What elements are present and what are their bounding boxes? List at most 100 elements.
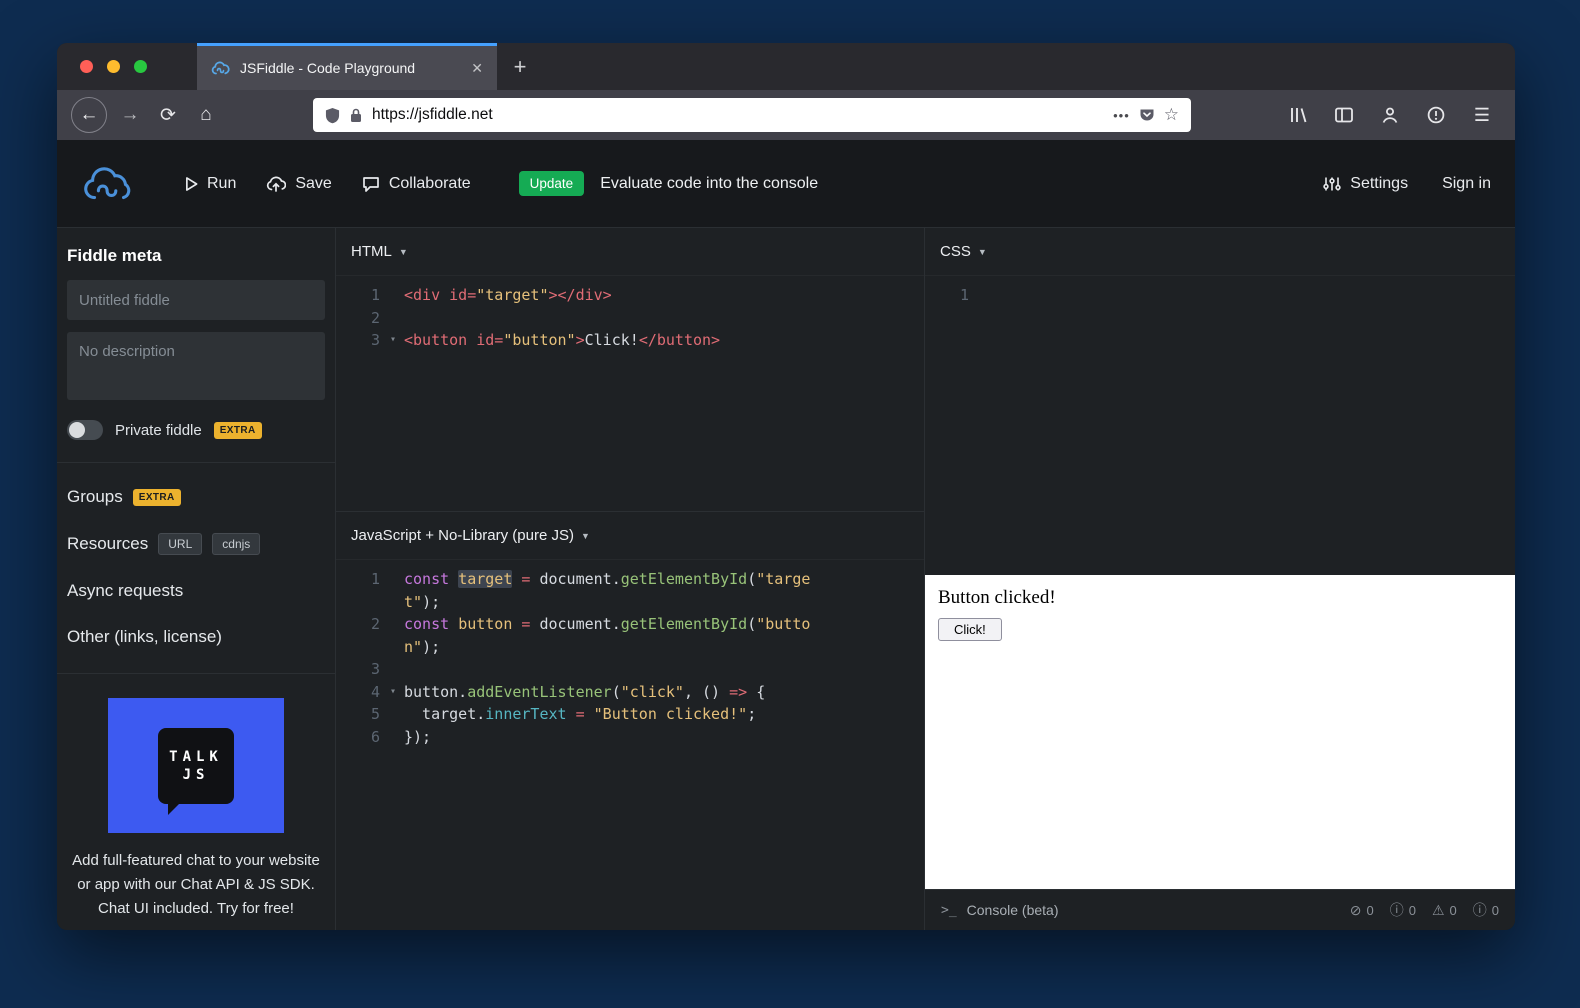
forward-button[interactable]: → [111, 97, 149, 133]
sidebar-item-resources[interactable]: Resources URL cdnjs [67, 533, 325, 555]
chevron-down-icon[interactable]: ▼ [399, 247, 408, 257]
update-button[interactable]: Update [519, 171, 585, 196]
css-panel: CSS ▼ 1 [925, 228, 1515, 575]
talkjs-logo-top: TALK [169, 748, 223, 766]
console-info-chip[interactable]: ⓘ 0 [1390, 900, 1416, 920]
js-code-editor[interactable]: 1const target = document.getElementById(… [336, 560, 924, 930]
run-button[interactable]: Run [185, 175, 236, 193]
bookmark-star-icon[interactable]: ☆ [1164, 105, 1179, 125]
address-bar[interactable]: https://jsfiddle.net ••• ☆ [313, 98, 1191, 132]
code-text: }); [404, 726, 431, 749]
code-line-row[interactable]: 1<div id="target"></div> [336, 284, 924, 307]
page-actions-ellipsis-icon[interactable]: ••• [1113, 108, 1130, 123]
collaborate-button[interactable]: Collaborate [362, 175, 471, 193]
fold-gutter [382, 591, 404, 614]
sidebar-item-async-requests[interactable]: Async requests [67, 581, 325, 601]
line-number: 2 [336, 613, 382, 636]
minimize-window-button[interactable] [107, 60, 120, 73]
code-line-row[interactable]: 1 [925, 284, 1515, 307]
sidebar-toggle-icon[interactable] [1325, 97, 1363, 133]
zoom-window-button[interactable] [134, 60, 147, 73]
library-icon[interactable] [1279, 97, 1317, 133]
console-error-chip[interactable]: ⊘ 0 [1350, 902, 1374, 919]
sidebar-divider [57, 462, 335, 463]
url-badge[interactable]: URL [158, 533, 202, 555]
console-chips: ⊘ 0 ⓘ 0 ⚠ 0 ⓘ 0 [1350, 900, 1499, 920]
result-click-button[interactable]: Click! [938, 618, 1002, 641]
console-bar[interactable]: >_ Console (beta) ⊘ 0 ⓘ 0 ⚠ 0 [925, 889, 1515, 930]
traffic-lights [57, 43, 197, 90]
code-line-row[interactable]: 3 [336, 658, 924, 681]
fiddle-description-input[interactable] [67, 332, 325, 400]
console-warning-chip[interactable]: ⚠ 0 [1432, 902, 1457, 919]
chevron-down-icon[interactable]: ▼ [978, 247, 987, 257]
console-log-chip[interactable]: ⓘ 0 [1473, 900, 1499, 920]
sidebar-item-other[interactable]: Other (links, license) [67, 627, 325, 647]
tab-title: JSFiddle - Code Playground [240, 60, 461, 76]
url-text[interactable]: https://jsfiddle.net [372, 106, 1104, 124]
settings-label: Settings [1350, 175, 1408, 193]
cdnjs-badge[interactable]: cdnjs [212, 533, 260, 555]
console-prompt-icon: >_ [941, 903, 957, 918]
talkjs-ad-banner[interactable]: TALK JS [108, 698, 284, 833]
js-panel-title: JavaScript + No-Library (pure JS) [351, 527, 574, 544]
save-button[interactable]: Save [266, 175, 331, 193]
pocket-icon[interactable] [1139, 108, 1155, 123]
chevron-down-icon[interactable]: ▼ [581, 531, 590, 541]
html-panel-header[interactable]: HTML ▼ [336, 228, 924, 276]
talkjs-ad[interactable]: TALK JS Add full-featured chat to your w… [67, 698, 325, 921]
groups-label: Groups [67, 487, 123, 507]
new-tab-button[interactable]: + [497, 43, 543, 90]
code-line-row[interactable]: 4▾button.addEventListener("click", () =>… [336, 681, 924, 704]
error-icon: ⊘ [1350, 902, 1362, 919]
info-circle-icon[interactable] [1417, 97, 1455, 133]
home-button[interactable]: ⌂ [187, 97, 225, 133]
fold-gutter [382, 284, 404, 307]
css-panel-title: CSS [940, 243, 971, 260]
browser-tab[interactable]: JSFiddle - Code Playground ✕ [197, 43, 497, 90]
sidebar: Fiddle meta Private fiddle EXTRA Groups … [57, 228, 336, 930]
fold-gutter [382, 307, 404, 330]
css-panel-header[interactable]: CSS ▼ [925, 228, 1515, 276]
warning-count: 0 [1450, 903, 1457, 918]
code-line-row[interactable]: 6}); [336, 726, 924, 749]
code-line-row[interactable]: 3▾<button id="button">Click!</button> [336, 329, 924, 352]
close-window-button[interactable] [80, 60, 93, 73]
fold-gutter [382, 568, 404, 591]
code-text: n"); [404, 636, 440, 659]
hamburger-menu-icon[interactable]: ☰ [1463, 97, 1501, 133]
code-line-row[interactable]: 5 target.innerText = "Button clicked!"; [336, 703, 924, 726]
jsfiddle-logo-cloud-icon[interactable] [81, 163, 139, 205]
settings-button[interactable]: Settings [1323, 175, 1408, 193]
fold-gutter [382, 658, 404, 681]
jsfiddle-header: Run Save Collaborate Update Evaluate cod… [57, 140, 1515, 228]
lock-icon[interactable] [349, 107, 363, 123]
code-line-row[interactable]: 2const button = document.getElementById(… [336, 613, 924, 636]
extra-badge: EXTRA [133, 489, 181, 506]
html-code-editor[interactable]: 1<div id="target"></div>23▾<button id="b… [336, 276, 924, 511]
fold-arrow-icon[interactable]: ▾ [382, 681, 404, 704]
fold-gutter [382, 636, 404, 659]
css-code-editor[interactable]: 1 [925, 276, 1515, 575]
talkjs-logo-bottom: JS [183, 766, 210, 784]
sidebar-item-groups[interactable]: Groups EXTRA [67, 487, 325, 507]
console-label: Console (beta) [967, 902, 1059, 918]
private-fiddle-toggle[interactable] [67, 420, 103, 440]
right-editor-column: CSS ▼ 1 Button clicked! Click! >_ Consol… [925, 228, 1515, 930]
talkjs-ad-text[interactable]: Add full-featured chat to your website o… [69, 849, 323, 921]
log-icon: ⓘ [1473, 900, 1487, 920]
code-line-row[interactable]: 2 [336, 307, 924, 330]
line-number: 1 [336, 284, 382, 307]
back-button[interactable]: ← [71, 97, 107, 133]
code-line-row[interactable]: t"); [336, 591, 924, 614]
code-line-row[interactable]: n"); [336, 636, 924, 659]
fold-arrow-icon[interactable]: ▾ [382, 329, 404, 352]
reload-button[interactable]: ⟳ [149, 97, 187, 133]
js-panel-header[interactable]: JavaScript + No-Library (pure JS) ▼ [336, 512, 924, 560]
fiddle-title-input[interactable] [67, 280, 325, 320]
sign-in-button[interactable]: Sign in [1442, 175, 1491, 193]
tracking-protection-shield-icon[interactable] [325, 107, 340, 124]
account-icon[interactable] [1371, 97, 1409, 133]
code-line-row[interactable]: 1const target = document.getElementById(… [336, 568, 924, 591]
tab-close-icon[interactable]: ✕ [471, 60, 483, 77]
